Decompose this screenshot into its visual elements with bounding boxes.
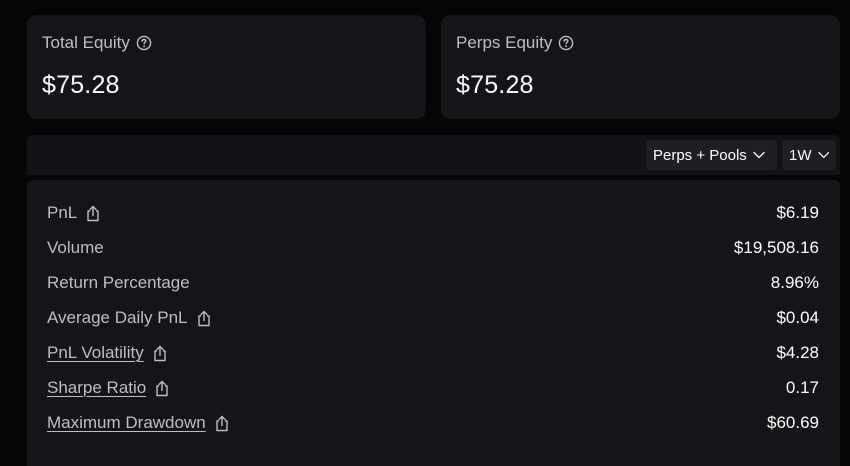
stat-row-return-percentage: Return Percentage 8.96% [47, 270, 819, 296]
stat-value: $0.04 [776, 308, 819, 327]
stat-value: 8.96% [770, 273, 819, 292]
stat-value: $19,508.16 [733, 238, 819, 257]
stat-label-link[interactable]: PnL Volatility [47, 343, 144, 363]
stat-row-average-daily-pnl: Average Daily PnL $0.04 [47, 305, 819, 331]
total-equity-card: Total Equity $75.28 [27, 15, 426, 119]
stat-row-pnl-volatility: PnL Volatility $4.28 [47, 340, 819, 366]
stat-label: Average Daily PnL [47, 308, 188, 327]
share-icon[interactable] [214, 415, 230, 432]
range-dropdown-value: 1W [789, 146, 812, 164]
source-dropdown[interactable]: Perps + Pools [646, 140, 777, 170]
stat-label: Volume [47, 238, 104, 257]
range-dropdown[interactable]: 1W [782, 140, 836, 170]
stat-row-sharpe-ratio: Sharpe Ratio 0.17 [47, 375, 819, 401]
filter-toolbar: Perps + Pools 1W [27, 135, 840, 175]
chevron-down-icon [753, 151, 765, 159]
share-icon[interactable] [152, 345, 168, 362]
help-circle-icon[interactable] [558, 35, 574, 51]
perps-equity-label: Perps Equity [456, 33, 553, 52]
stat-label-link[interactable]: Maximum Drawdown [47, 413, 206, 433]
stat-value: $4.28 [776, 343, 819, 362]
stat-row-volume: Volume $19,508.16 [47, 235, 819, 261]
stat-value: $6.19 [776, 203, 819, 222]
stats-panel: PnL $6.19 Volume $19,508.16 Return Perce… [27, 180, 840, 466]
chevron-down-icon [817, 151, 829, 159]
total-equity-label-wrap: Total Equity [42, 33, 152, 53]
stat-label: Return Percentage [47, 273, 190, 292]
share-icon[interactable] [154, 380, 170, 397]
stat-label-link[interactable]: Sharpe Ratio [47, 378, 146, 398]
help-circle-icon[interactable] [136, 35, 152, 51]
perps-equity-card: Perps Equity $75.28 [441, 15, 840, 119]
perps-equity-value: $75.28 [456, 71, 534, 99]
stat-value: 0.17 [785, 378, 819, 397]
stat-value: $60.69 [767, 413, 819, 432]
perps-equity-label-wrap: Perps Equity [456, 33, 574, 53]
stat-row-maximum-drawdown: Maximum Drawdown $60.69 [47, 410, 819, 436]
share-icon[interactable] [85, 205, 101, 222]
total-equity-value: $75.28 [42, 71, 120, 99]
share-icon[interactable] [196, 310, 212, 327]
stat-row-pnl: PnL $6.19 [47, 200, 819, 226]
total-equity-label: Total Equity [42, 33, 130, 52]
source-dropdown-value: Perps + Pools [653, 146, 747, 164]
stat-label: PnL [47, 203, 78, 222]
